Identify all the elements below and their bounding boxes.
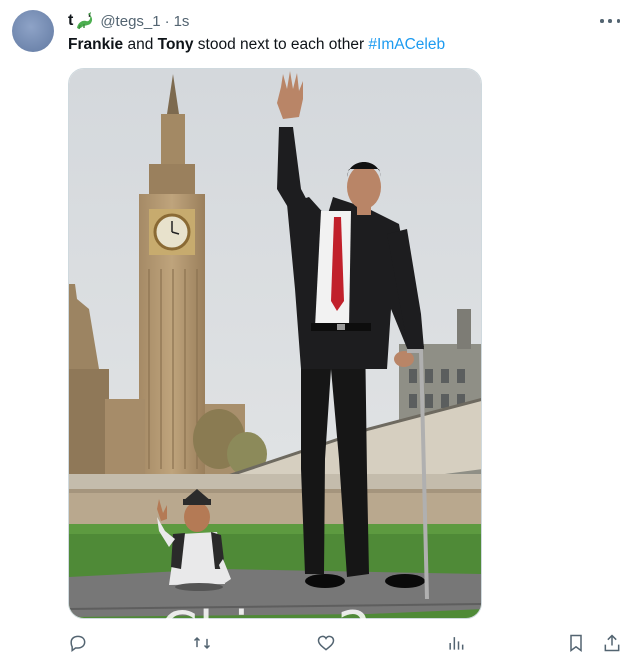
tweet-card[interactable]: t @tegs_1 · 1s Frankie and Tony stood ne…: [0, 0, 634, 663]
dragon-emoji-icon: [74, 11, 96, 31]
retweet-icon[interactable]: [192, 630, 212, 656]
avatar[interactable]: [12, 10, 54, 52]
more-options-icon[interactable]: [600, 14, 620, 28]
bookmark-icon[interactable]: [566, 630, 586, 656]
separator-dot: ·: [164, 12, 170, 30]
mention-name-2: Tony: [157, 36, 194, 53]
text-and: and: [123, 36, 158, 53]
views-icon[interactable]: [446, 630, 466, 656]
heart-icon[interactable]: [316, 630, 336, 656]
timestamp[interactable]: 1s: [174, 13, 190, 30]
share-icon[interactable]: [602, 630, 622, 656]
tweet-header: t @tegs_1 · 1s: [68, 10, 189, 32]
tweet-actions-bar: [0, 630, 634, 658]
mention-name-1: Frankie: [68, 36, 124, 53]
user-handle[interactable]: @tegs_1: [100, 13, 160, 30]
hashtag-link[interactable]: #ImACeleb: [368, 36, 445, 53]
display-name[interactable]: t: [68, 12, 73, 30]
reply-icon[interactable]: [68, 630, 88, 656]
tweet-photo[interactable]: [68, 68, 482, 619]
photo-illustration: [69, 69, 481, 618]
tweet-text: Frankie and Tony stood next to each othe…: [68, 35, 445, 55]
text-rest: stood next to each other: [193, 36, 369, 53]
